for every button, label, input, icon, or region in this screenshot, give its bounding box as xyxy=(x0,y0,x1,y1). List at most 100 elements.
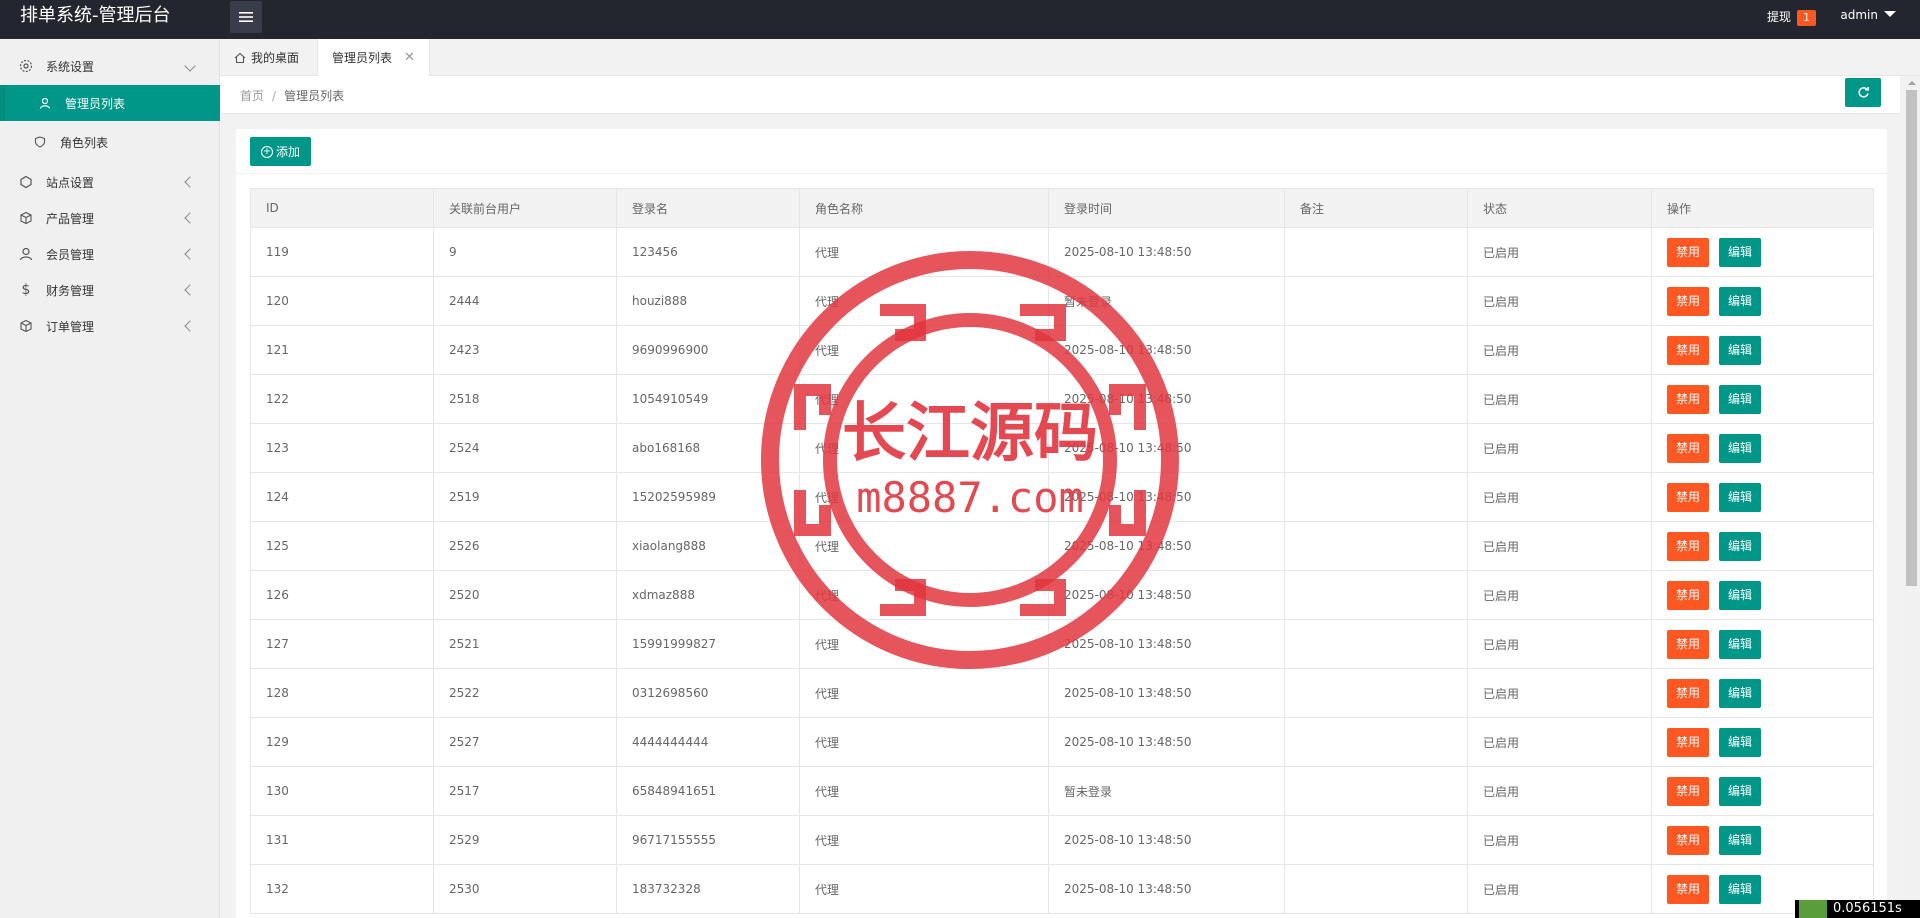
cell-role: 代理 xyxy=(799,423,1049,473)
edit-button[interactable]: 编辑 xyxy=(1719,384,1762,414)
cell-remark xyxy=(1284,472,1468,522)
disable-button[interactable]: 禁用 xyxy=(1667,286,1710,316)
app-title: 排单系统-管理后台 xyxy=(20,5,171,26)
disable-button[interactable]: 禁用 xyxy=(1667,825,1710,855)
cell-front-user: 2520 xyxy=(433,570,617,620)
close-icon[interactable]: ✕ xyxy=(404,50,415,65)
sidebar-item-members[interactable]: 会员管理 xyxy=(0,236,220,272)
cell-id: 127 xyxy=(250,619,434,669)
cell-login-time: 2025-08-10 13:48:50 xyxy=(1048,325,1285,375)
home-icon xyxy=(234,52,246,63)
sidebar-item-site-settings[interactable]: 站点设置 xyxy=(0,164,220,200)
edit-button[interactable]: 编辑 xyxy=(1719,335,1762,365)
disable-button[interactable]: 禁用 xyxy=(1667,727,1710,757)
table-row: 126 2520 xdmaz888 代理 2025-08-10 13:48:50 已启用禁… xyxy=(250,570,1874,620)
breadcrumb-home[interactable]: 首页 xyxy=(240,89,264,103)
cell-login-name: xiaolang888 xyxy=(616,521,800,571)
sidebar-item-role-list[interactable]: 角色列表 xyxy=(0,124,220,160)
cell-actions: 禁用 编辑 xyxy=(1651,227,1874,277)
cell-status: 已启用 xyxy=(1467,668,1652,718)
disable-button[interactable]: 禁用 xyxy=(1667,629,1710,659)
cell-front-user: 2524 xyxy=(433,423,617,473)
cell-front-user: 2526 xyxy=(433,521,617,571)
column-header-actions: 操作 xyxy=(1651,188,1874,228)
table-row: 130 2517 65848941651 代理 暂未登录 已启用 禁用 编辑 xyxy=(250,766,1874,816)
cell-front-user: 2521 xyxy=(433,619,617,669)
edit-button[interactable]: 编辑 xyxy=(1719,286,1762,316)
edit-button[interactable]: 编辑 xyxy=(1719,237,1762,267)
edit-button[interactable]: 编辑 xyxy=(1719,874,1762,904)
vertical-scrollbar[interactable] xyxy=(1903,76,1920,918)
cell-id: 125 xyxy=(250,521,434,571)
cell-login-name: 96717155555 xyxy=(616,815,800,865)
cell-role: 代理 xyxy=(799,766,1049,816)
sidebar-item-orders[interactable]: 订单管理 xyxy=(0,308,220,344)
edit-button[interactable]: 编辑 xyxy=(1719,433,1762,463)
edit-button[interactable]: 编辑 xyxy=(1719,825,1762,855)
edit-button[interactable]: 编辑 xyxy=(1719,727,1762,757)
user-menu[interactable]: admin xyxy=(1840,8,1896,22)
cell-id: 119 xyxy=(250,227,434,277)
cell-login-time: 2025-08-10 13:48:50 xyxy=(1048,619,1285,669)
tab-admin-list[interactable]: 管理员列表 ✕ xyxy=(317,39,430,76)
disable-button[interactable]: 禁用 xyxy=(1667,433,1710,463)
cell-status: 已启用 xyxy=(1467,815,1652,865)
edit-button[interactable]: 编辑 xyxy=(1719,531,1762,561)
cell-actions: 禁用 编辑 xyxy=(1651,570,1874,620)
sidebar-item-admin-list[interactable]: 管理员列表 xyxy=(0,85,220,121)
disable-button[interactable]: 禁用 xyxy=(1667,580,1710,610)
refresh-icon xyxy=(1857,86,1869,98)
cell-front-user: 2519 xyxy=(433,472,617,522)
disable-button[interactable]: 禁用 xyxy=(1667,776,1710,806)
refresh-button[interactable] xyxy=(1845,78,1881,107)
sidebar-item-products[interactable]: 产品管理 xyxy=(0,200,220,236)
edit-button[interactable]: 编辑 xyxy=(1719,776,1762,806)
cell-remark xyxy=(1284,619,1468,669)
edit-button[interactable]: 编辑 xyxy=(1719,678,1762,708)
add-button[interactable]: + 添加 xyxy=(250,137,311,166)
tab-admin-list-label: 管理员列表 xyxy=(332,51,393,65)
cell-role: 代理 xyxy=(799,668,1049,718)
sidebar-item-label: 订单管理 xyxy=(46,319,95,334)
withdraw-link[interactable]: 提现 1 xyxy=(1767,8,1816,26)
breadcrumb-separator: / xyxy=(272,89,277,103)
cell-role: 代理 xyxy=(799,717,1049,767)
edit-button[interactable]: 编辑 xyxy=(1719,482,1762,512)
cell-front-user: 2527 xyxy=(433,717,617,767)
disable-button[interactable]: 禁用 xyxy=(1667,384,1710,414)
disable-button[interactable]: 禁用 xyxy=(1667,237,1710,267)
sidebar-item-label: 管理员列表 xyxy=(65,96,126,111)
disable-button[interactable]: 禁用 xyxy=(1667,678,1710,708)
shield-icon xyxy=(32,134,48,150)
edit-button[interactable]: 编辑 xyxy=(1719,580,1762,610)
cell-login-name: 123456 xyxy=(616,227,800,277)
column-header-login-time: 登录时间 xyxy=(1048,188,1285,228)
sidebar-item-label: 系统设置 xyxy=(46,59,95,74)
disable-button[interactable]: 禁用 xyxy=(1667,531,1710,561)
sidebar-item-system-settings[interactable]: 系统设置 xyxy=(0,48,220,84)
table-row: 125 2526 xiaolang888 代理 2025-08-10 13:48:50 已… xyxy=(250,521,1874,571)
cell-remark xyxy=(1284,227,1468,277)
edit-button[interactable]: 编辑 xyxy=(1719,629,1762,659)
disable-button[interactable]: 禁用 xyxy=(1667,874,1710,904)
cell-role: 代理 xyxy=(799,570,1049,620)
sidebar-item-label: 站点设置 xyxy=(46,175,95,190)
cell-front-user: 2423 xyxy=(433,325,617,375)
cell-id: 121 xyxy=(250,325,434,375)
sidebar-item-finance[interactable]: $ 财务管理 xyxy=(0,272,220,308)
leaf-icon xyxy=(1799,900,1827,918)
cell-actions: 禁用 编辑 xyxy=(1651,325,1874,375)
cell-login-time: 2025-08-10 13:48:50 xyxy=(1048,668,1285,718)
tab-home[interactable]: 我的桌面 xyxy=(220,39,313,76)
scrollbar-thumb[interactable] xyxy=(1906,90,1917,586)
sidebar: 系统设置 管理员列表 角色列表 站点设置 产品管理 会员管理 $ 财务管理 订单… xyxy=(0,39,220,918)
menu-toggle-button[interactable] xyxy=(230,1,262,33)
disable-button[interactable]: 禁用 xyxy=(1667,482,1710,512)
cell-remark xyxy=(1284,766,1468,816)
cell-status: 已启用 xyxy=(1467,864,1652,914)
cell-remark xyxy=(1284,668,1468,718)
cell-id: 124 xyxy=(250,472,434,522)
cell-status: 已启用 xyxy=(1467,619,1652,669)
scroll-up-icon[interactable] xyxy=(1908,81,1916,85)
disable-button[interactable]: 禁用 xyxy=(1667,335,1710,365)
